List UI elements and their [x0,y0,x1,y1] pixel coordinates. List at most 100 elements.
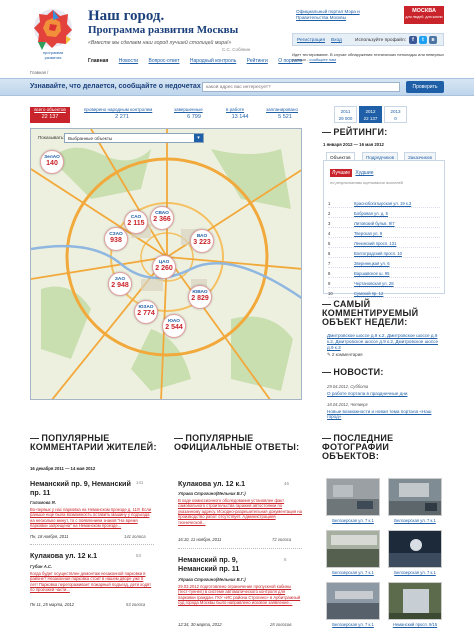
rating-row[interactable]: 7 Зверинецкая ул. 6 [328,260,440,268]
moscow-badge[interactable]: МОСКВА для людей. для жизни [404,6,444,24]
photo-caption[interactable]: Белозерская ул. 7 к.1 [323,518,383,523]
rating-rank: 10 [328,291,333,296]
stat-tab-in-progress[interactable]: в работе 13 144 [226,107,254,123]
register-link[interactable]: Регистрация [297,38,325,43]
rating-object-link[interactable]: Тверская ул. 9 [354,231,382,236]
answer-object-title[interactable]: Кулакова ул. 12 к.1 [178,479,278,489]
site-logo[interactable]: программа развития [30,6,76,62]
district-bubble[interactable]: ЦАО 2 260 [152,255,176,279]
district-bubble[interactable]: ЮАО 2 544 [162,314,186,338]
rating-row[interactable]: 4 Тверская ул. 9 [328,230,440,238]
nav-item-ratings[interactable]: Рейтинги [247,58,268,64]
year-tab-2012[interactable]: 2012 22 137 [359,106,382,123]
answer-date: 12:34, 30 марта, 2012 [178,622,222,627]
rating-object-link[interactable]: Бобровая ул. д. 5 [354,211,388,216]
stat-tab-all[interactable]: всего объектов 22 137 [30,107,70,123]
district-bubble[interactable]: СЗАО 938 [104,227,128,251]
rating-object-link[interactable]: Варшавское ш. 95 [354,271,389,276]
address-search-input[interactable] [202,82,400,92]
stat-value: 22 137 [41,114,59,120]
object-photo[interactable] [388,530,442,568]
nav-item-faq[interactable]: Вопрос-ответ [148,58,179,64]
rating-object-link[interactable]: Волгоградский просп. 10 [354,251,402,256]
object-photo[interactable] [326,478,380,516]
stat-label: в работе [226,107,245,112]
district-bubble[interactable]: ЮВАО 2 829 [188,285,212,309]
twitter-icon[interactable]: t [419,36,427,44]
photo-image [327,531,379,567]
photo-caption[interactable]: Белозерская ул. 7 к.1 [385,518,445,523]
vkontakte-icon[interactable]: в [429,36,437,44]
nav-item-news[interactable]: Новости [119,58,138,64]
nav-item-home[interactable]: Главная [88,58,108,64]
rating-row[interactable]: 1 Краснобогатырская ул. 19 к.3 [328,200,440,208]
most-commented-object-link[interactable]: Дмитровское шоссе д.9 к.2, Дмитровское ш… [327,333,445,351]
news-link[interactable]: Новые возможности и новая тема портала «… [327,409,445,419]
district-bubble[interactable]: ЗелАО 140 [40,150,64,174]
nav-item-about[interactable]: О портале [278,58,302,64]
photo-caption[interactable]: Белозерская ул. 7 к.1 [323,622,383,627]
comment-author: Губин А.С. [30,564,53,569]
answer-votes: 28 голосов [270,622,292,627]
district-bubble[interactable]: ВАО 3 223 [190,229,214,253]
answer-object-title[interactable]: Неманский пр. 9, Неманский пр. 11 [178,555,278,573]
year-tab-2013[interactable]: 2013 0 [384,106,407,123]
rating-object-link[interactable]: Литовский бульв. 9/7 [354,221,395,226]
answer-text[interactable]: 29.03.2012 подготовлено ограничение проп… [178,584,302,606]
year-value: 29 000 [338,116,353,121]
answer-text[interactable]: В ходе комиссионного обследования устано… [178,498,302,525]
rating-rank: 5 [328,241,331,246]
nav-item-public-control[interactable]: Народный контроль [190,58,236,64]
rating-rank: 6 [328,251,331,256]
rating-row[interactable]: 10 Сумской пр. 12 [328,290,440,298]
mayor-portal-link[interactable]: Официальный портал Мэра и [296,9,360,14]
year-value: 0 [394,116,397,121]
object-photo[interactable] [388,582,442,620]
rating-object-link[interactable]: Зверинецкая ул. 6 [354,261,390,266]
comment-object-title[interactable]: Кулакова ул. 12 к.1 [30,551,130,561]
rating-row[interactable]: 6 Волгоградский просп. 10 [328,250,440,258]
object-photo[interactable] [326,582,380,620]
district-bubble[interactable]: ЮЗАО 2 774 [134,300,158,324]
facebook-icon[interactable]: f [409,36,417,44]
rating-row[interactable]: 8 Варшавское ш. 95 [328,270,440,278]
news-date: 29.04.2012, Суббота [327,384,369,389]
comment-object-title[interactable]: Неманский пр. 9, Неманский пр. 11 [30,479,132,497]
map-filter-select[interactable]: Выбранные объекты ▾ [64,133,204,143]
popular-comments-title: — ПОПУЛЯРНЫЕ КОММЕНТАРИИ ЖИТЕЛЕЙ: [30,433,157,452]
district-bubble[interactable]: ЗАО 2 948 [108,272,132,296]
comment-text[interactable]: Во-первых у нас парковка на Неманском пр… [30,507,152,529]
photo-caption[interactable]: Неманский просп. 9/15 [385,622,445,627]
breadcrumb[interactable]: Главная / [30,70,48,75]
worst-toggle[interactable]: Худшие [355,170,373,176]
district-bubble[interactable]: СВАО 2 366 [150,206,174,230]
stat-tab-checked[interactable]: проверено народным контролем 2 271 [84,107,160,123]
object-photo[interactable] [388,478,442,516]
news-date: 18.04.2012, Четверг [327,402,368,407]
rating-row[interactable]: 2 Бобровая ул. д. 5 [328,210,440,218]
rating-object-link[interactable]: Ленинский просп. 131 [354,241,396,246]
report-issue-link[interactable]: сообщите нам [309,57,336,62]
photo-caption[interactable]: Белозерская ул. 7 к.1 [323,570,383,575]
news-link[interactable]: О работе портала в праздничные дни [327,391,407,396]
rating-row[interactable]: 5 Ленинский просп. 131 [328,240,440,248]
comment-count-text: 2 комментария [331,352,363,357]
comment-text[interactable]: Когда будет осуществлен демонтаж незакон… [30,571,152,593]
object-photo[interactable] [326,530,380,568]
rating-row[interactable]: 9 Чертановская ул. 28 [328,280,440,288]
answer-author: Управа Строгино(Мельник В.Г.) [178,577,246,582]
district-bubble[interactable]: САО 2 115 [124,210,148,234]
photo-caption[interactable]: Белозерская ул. 7 к.1 [385,570,445,575]
year-tab-2011[interactable]: 2011 29 000 [334,106,357,123]
rating-object-link[interactable]: Краснобогатырская ул. 19 к.3 [354,201,411,206]
stat-tab-completed[interactable]: завершенные 6 799 [174,107,214,123]
best-toggle[interactable]: Лучшие [330,169,353,177]
ratings-date-range: 1 января 2012 — 16 мая 2012 [323,142,384,147]
government-portal-link[interactable]: Правительства Москвы [296,15,346,20]
rating-row[interactable]: 3 Литовский бульв. 9/7 [328,220,440,228]
rating-object-link[interactable]: Сумской пр. 12 [354,291,383,296]
stat-tab-planned[interactable]: запланировано 5 521 [266,107,304,123]
rating-object-link[interactable]: Чертановская ул. 28 [354,281,394,286]
check-button[interactable]: Проверить [406,81,444,93]
login-link[interactable]: Вход [331,38,342,43]
